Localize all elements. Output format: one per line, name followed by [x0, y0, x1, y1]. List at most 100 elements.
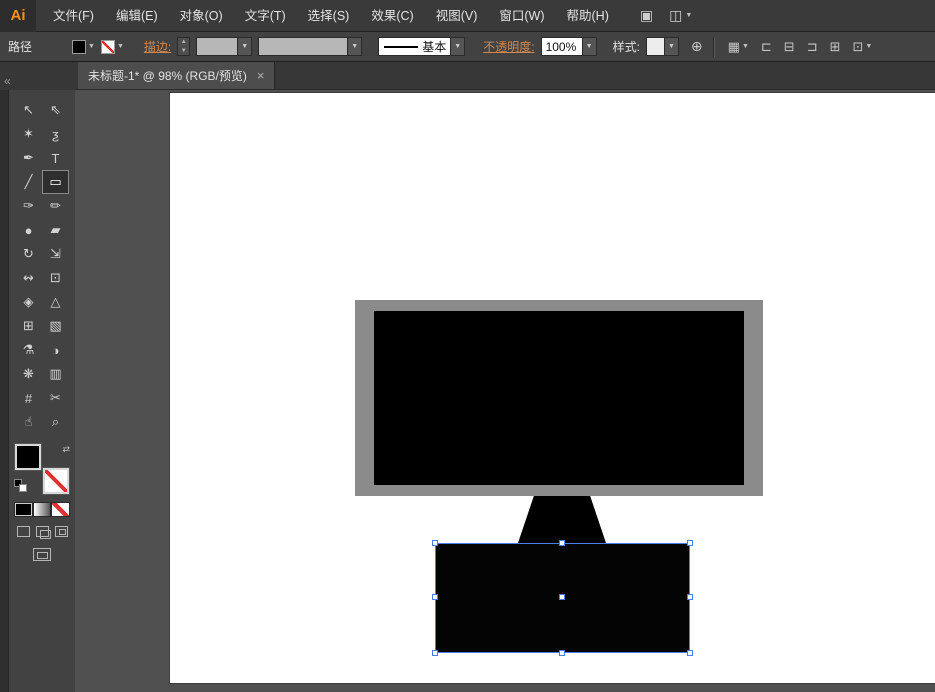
eraser-tool[interactable]: ▰ [42, 218, 69, 242]
rectangle-tool[interactable]: ▭ [42, 170, 69, 194]
eyedropper-tool[interactable]: ⚗ [15, 338, 42, 362]
magic-wand-tool[interactable]: ✶ [15, 122, 42, 146]
close-tab-icon[interactable]: × [257, 68, 265, 83]
fill-swatch[interactable] [15, 444, 41, 470]
menu-effect[interactable]: 效果(C) [360, 0, 424, 32]
color-button[interactable] [14, 502, 33, 517]
opacity-select[interactable]: 100% ▼ [540, 37, 597, 56]
type-tool[interactable]: T [42, 146, 69, 170]
stepper-up-icon: ▲ [180, 39, 187, 46]
distribute-icon[interactable]: ⊞ [830, 39, 841, 55]
brush-definition-select[interactable]: 基本 ▼ [378, 37, 466, 56]
align-right-icon[interactable]: ⊐ [807, 39, 818, 55]
width-tool[interactable]: ↭ [15, 266, 42, 290]
menu-object[interactable]: 对象(O) [169, 0, 234, 32]
drawing-modes-row [16, 526, 68, 539]
chevron-down-icon: ▼ [116, 43, 124, 50]
selection-handle-middle-left[interactable] [432, 594, 438, 600]
canvas[interactable] [75, 90, 935, 692]
stroke-swatch[interactable] [43, 468, 69, 494]
menubar-right: ▣ ◫ ▼ [640, 7, 692, 24]
menu-type[interactable]: 文字(T) [234, 0, 297, 32]
artboard-tool[interactable]: # [15, 386, 42, 410]
menu-window[interactable]: 窗口(W) [488, 0, 555, 32]
stroke-weight-value [197, 38, 238, 55]
stroke-color-button[interactable]: ▼ [100, 39, 124, 54]
chevron-down-icon: ▼ [741, 43, 749, 50]
slice-tool[interactable]: ✂ [42, 386, 69, 410]
none-button[interactable] [51, 502, 71, 517]
selection-tool[interactable]: ↖ [15, 98, 42, 122]
chevron-down-icon: ▼ [237, 38, 252, 55]
menu-file[interactable]: 文件(F) [42, 0, 105, 32]
hand-tool[interactable]: ☝ [15, 410, 42, 434]
selection-handle-middle-right[interactable] [687, 594, 693, 600]
gradient-button[interactable] [32, 502, 52, 517]
scale-tool[interactable]: ⇲ [42, 242, 69, 266]
menu-view[interactable]: 视图(V) [425, 0, 489, 32]
selection-handle-bottom-right[interactable] [687, 650, 693, 656]
bridge-icon[interactable]: ▣ [640, 7, 653, 24]
perspective-grid-tool[interactable]: △ [42, 290, 69, 314]
selection-handle-top-right[interactable] [687, 540, 693, 546]
fill-swatch-icon [72, 39, 86, 54]
center-point-handle[interactable] [558, 594, 565, 600]
menu-select[interactable]: 选择(S) [297, 0, 361, 32]
collapse-panel-button[interactable]: « [4, 74, 11, 88]
symbol-sprayer-tool[interactable]: ❋ [15, 362, 42, 386]
stroke-weight-stepper[interactable]: ▲ ▼ [177, 37, 191, 56]
menu-help[interactable]: 帮助(H) [556, 0, 620, 32]
zoom-tool[interactable]: ⌕ [42, 410, 69, 434]
style-swatch-icon [646, 38, 664, 55]
pencil-tool[interactable]: ✏ [42, 194, 69, 218]
draw-behind-button[interactable] [35, 526, 51, 539]
workspace-switcher-button[interactable]: ◫ ▼ [669, 7, 692, 24]
lasso-tool[interactable]: ƺ [42, 122, 69, 146]
paintbrush-tool[interactable]: ✑ [15, 194, 42, 218]
screen-mode-button[interactable] [33, 548, 51, 561]
width-profile-select[interactable]: ▼ [258, 37, 363, 56]
pen-tool[interactable]: ✒ [15, 146, 42, 170]
draw-normal-button[interactable] [16, 526, 30, 537]
opacity-panel-link[interactable]: 不透明度: [483, 38, 534, 55]
blob-brush-tool[interactable]: ● [15, 218, 42, 242]
control-bar: 路径 ▼ ▼ 描边: ▲ ▼ ▼ ▼ 基本 ▼ 不透明度: 100% ▼ 样式:… [0, 32, 935, 62]
brush-definition-value: 基本 [418, 38, 451, 55]
direct-selection-tool[interactable]: ⇖ [42, 98, 69, 122]
stroke-weight-select[interactable]: ▼ [196, 37, 253, 56]
selection-handle-top-center[interactable] [558, 540, 565, 546]
menubar: Ai 文件(F) 编辑(E) 对象(O) 文字(T) 选择(S) 效果(C) 视图(V) 窗口… [0, 0, 935, 32]
selection-handle-bottom-center[interactable] [558, 650, 565, 656]
rotate-tool[interactable]: ↻ [15, 242, 42, 266]
mesh-tool[interactable]: ⊞ [15, 314, 42, 338]
line-segment-tool[interactable]: ╱ [15, 170, 42, 194]
blend-tool[interactable]: ◑ [42, 338, 69, 362]
fill-color-button[interactable]: ▼ [72, 39, 95, 54]
monitor-base-shape-selected[interactable] [432, 540, 693, 656]
free-transform-tool[interactable]: ⊡ [42, 266, 69, 290]
workspace-layout-icon: ◫ [669, 7, 683, 23]
globe-icon[interactable]: ⊕ [691, 38, 703, 55]
monitor-frame-shape[interactable] [355, 300, 763, 496]
column-graph-tool[interactable]: ▥ [42, 362, 69, 386]
selection-handle-top-left[interactable] [432, 540, 438, 546]
style-select[interactable]: ▼ [645, 37, 679, 56]
selection-handle-bottom-left[interactable] [432, 650, 438, 656]
align-center-icon[interactable]: ⊟ [784, 39, 795, 55]
width-profile-value [259, 38, 348, 55]
stepper-down-icon: ▼ [180, 47, 187, 54]
align-left-icon[interactable]: ⊏ [761, 39, 772, 55]
draw-inside-button[interactable] [54, 526, 68, 537]
main-area: « ↖ ⇖ ✶ ƺ ✒ T ╱ ▭ ✑ ✏ ● ▰ ↻ ⇲ ↭ ⊡ ◈ △ ⊞ ▧ ⚗ ◑ ❋ ▥ # ✂ ☝ ⌕ ⇄ [0, 62, 935, 692]
gradient-tool[interactable]: ▧ [42, 314, 69, 338]
default-fill-stroke-icon[interactable] [14, 479, 27, 492]
menu-edit[interactable]: 编辑(E) [105, 0, 169, 32]
arrange-documents-icon[interactable]: ▦ ▼ [728, 39, 749, 55]
shape-builder-tool[interactable]: ◈ [15, 290, 42, 314]
document-tab[interactable]: 未标题-1* @ 98% (RGB/预览) × [78, 62, 276, 89]
stroke-panel-link[interactable]: 描边: [144, 38, 171, 55]
monitor-screen-shape[interactable] [374, 311, 744, 485]
swap-fill-stroke-icon[interactable]: ⇄ [62, 444, 70, 455]
illustrator-window: Ai 文件(F) 编辑(E) 对象(O) 文字(T) 选择(S) 效果(C) 视图(V) 窗口… [0, 0, 935, 692]
transform-panel-icon[interactable]: ⊡ ▼ [853, 39, 873, 55]
